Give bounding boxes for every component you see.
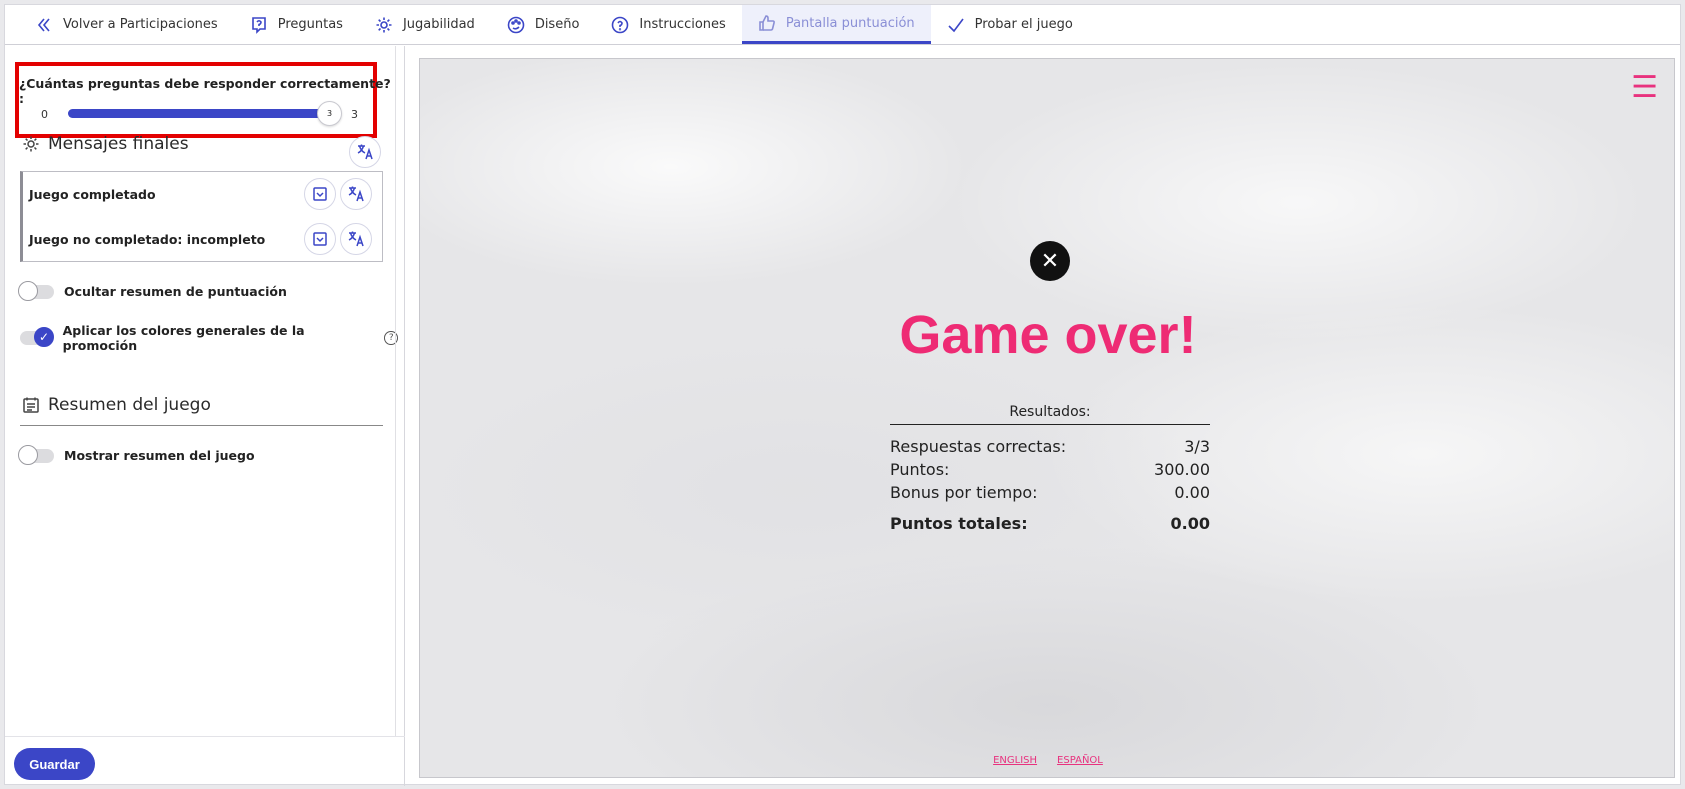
settings-scroll-area: ¿Cuántas preguntas debe responder correc… — [5, 46, 398, 736]
chevron-down-box-icon — [313, 232, 327, 246]
app-window: Volver a Participaciones Preguntas Jugab… — [4, 4, 1681, 786]
calendar-list-icon — [23, 397, 39, 413]
expand-message-button[interactable] — [304, 178, 336, 210]
toggle-label: Aplicar los colores generales de la prom… — [62, 323, 305, 353]
expand-message-button[interactable] — [304, 223, 336, 255]
nav-tab-diseno[interactable]: Diseño — [491, 5, 596, 44]
chevron-down-box-icon — [313, 187, 327, 201]
result-value: 0.00 — [1174, 483, 1210, 502]
result-label: Respuestas correctas: — [890, 437, 1067, 456]
section-divider — [20, 425, 383, 426]
question-bubble-icon — [251, 16, 266, 34]
language-link-espanol[interactable]: ESPAÑOL — [1057, 755, 1103, 766]
check-icon: ✓ — [34, 327, 54, 347]
language-switcher: ENGLISH ESPAÑOL — [420, 755, 1676, 766]
nav-label: Instrucciones — [639, 17, 726, 32]
slider-max-label: 3 — [351, 108, 358, 121]
show-game-summary-toggle[interactable] — [18, 444, 54, 465]
results-table: Resultados: Respuestas correctas: 3/3 Pu… — [890, 404, 1210, 535]
hamburger-menu-icon[interactable]: ☰ — [1631, 73, 1658, 103]
help-circle-icon — [612, 16, 629, 33]
result-value: 300.00 — [1154, 460, 1210, 479]
footer-bar: Guardar — [5, 736, 405, 786]
settings-panel: ¿Cuántas preguntas debe responder correc… — [5, 46, 405, 786]
save-button[interactable]: Guardar — [14, 748, 95, 780]
top-nav: Volver a Participaciones Preguntas Jugab… — [5, 5, 1680, 45]
nav-back-participations[interactable]: Volver a Participaciones — [19, 5, 234, 44]
scrollbar[interactable] — [395, 46, 396, 736]
result-total-row: Puntos totales: 0.00 — [890, 512, 1210, 535]
translate-icon — [348, 186, 364, 202]
result-value: 0.00 — [1170, 514, 1210, 533]
nav-tab-probar-juego[interactable]: Probar el juego — [931, 5, 1089, 44]
translate-message-button[interactable] — [340, 178, 372, 210]
gear-icon — [376, 17, 392, 32]
section-title-label: Resumen del juego — [48, 395, 211, 415]
check-icon — [948, 18, 964, 32]
nav-label: Diseño — [534, 17, 580, 32]
show-game-summary-row: Mostrar resumen del juego — [18, 444, 255, 465]
close-icon: ✕ — [1030, 241, 1070, 281]
final-messages-title: Mensajes finales — [22, 134, 189, 154]
apply-colors-toggle[interactable]: ✓ — [20, 327, 54, 347]
gear-icon — [23, 136, 39, 152]
result-row: Bonus por tiempo: 0.00 — [890, 481, 1210, 504]
translate-icon — [357, 144, 373, 160]
score-screen-preview: ☰ ✕ Game over! Resultados: Respuestas co… — [419, 58, 1675, 778]
translate-icon — [348, 231, 364, 247]
result-row: Respuestas correctas: 3/3 — [890, 435, 1210, 458]
results-header: Resultados: — [890, 404, 1210, 425]
nav-label: Jugabilidad — [402, 17, 475, 32]
game-over-title: Game over! — [899, 305, 1197, 365]
result-value: 3/3 — [1184, 437, 1210, 456]
nav-tab-preguntas[interactable]: Preguntas — [234, 5, 359, 44]
apply-colors-row: ✓ Aplicar los colores generales de la pr… — [20, 323, 398, 353]
result-label: Bonus por tiempo: — [890, 483, 1038, 502]
message-label: Juego completado — [29, 187, 156, 202]
slider-min-label: 0 — [41, 108, 48, 121]
result-label: Puntos totales: — [890, 514, 1028, 533]
chevron-left-icon — [37, 17, 50, 32]
message-label: Juego no completado: incompleto — [29, 232, 266, 247]
thumbs-up-icon — [759, 15, 775, 31]
slider-thumb[interactable]: 3 — [317, 101, 342, 126]
palette-icon — [507, 16, 525, 33]
translate-message-button[interactable] — [340, 223, 372, 255]
nav-tab-pantalla-puntuacion[interactable]: Pantalla puntuación — [741, 5, 931, 44]
nav-tab-jugabilidad[interactable]: Jugabilidad — [359, 5, 491, 44]
game-summary-title: Resumen del juego — [22, 395, 211, 415]
toggle-label: Ocultar resumen de puntuación — [64, 284, 287, 299]
nav-label: Preguntas — [277, 17, 343, 32]
language-link-english[interactable]: ENGLISH — [993, 755, 1037, 766]
nav-tab-instrucciones[interactable]: Instrucciones — [595, 5, 741, 44]
nav-label: Pantalla puntuación — [785, 15, 915, 31]
section-title-label: Mensajes finales — [48, 134, 189, 154]
slider-fill — [68, 109, 330, 118]
nav-label: Volver a Participaciones — [63, 17, 218, 32]
nav-label: Probar el juego — [974, 17, 1073, 32]
result-row: Puntos: 300.00 — [890, 458, 1210, 481]
toggle-label: Mostrar resumen del juego — [64, 448, 255, 463]
translate-all-button[interactable] — [349, 136, 381, 168]
correct-answers-label: ¿Cuántas preguntas debe responder correc… — [19, 76, 391, 106]
result-label: Puntos: — [890, 460, 950, 479]
hide-score-summary-toggle[interactable] — [18, 280, 54, 301]
hide-score-summary-row: Ocultar resumen de puntuación — [18, 280, 287, 301]
final-messages-list: Juego completado Juego no completado: in… — [20, 171, 383, 262]
correct-answers-slider[interactable] — [68, 109, 330, 118]
